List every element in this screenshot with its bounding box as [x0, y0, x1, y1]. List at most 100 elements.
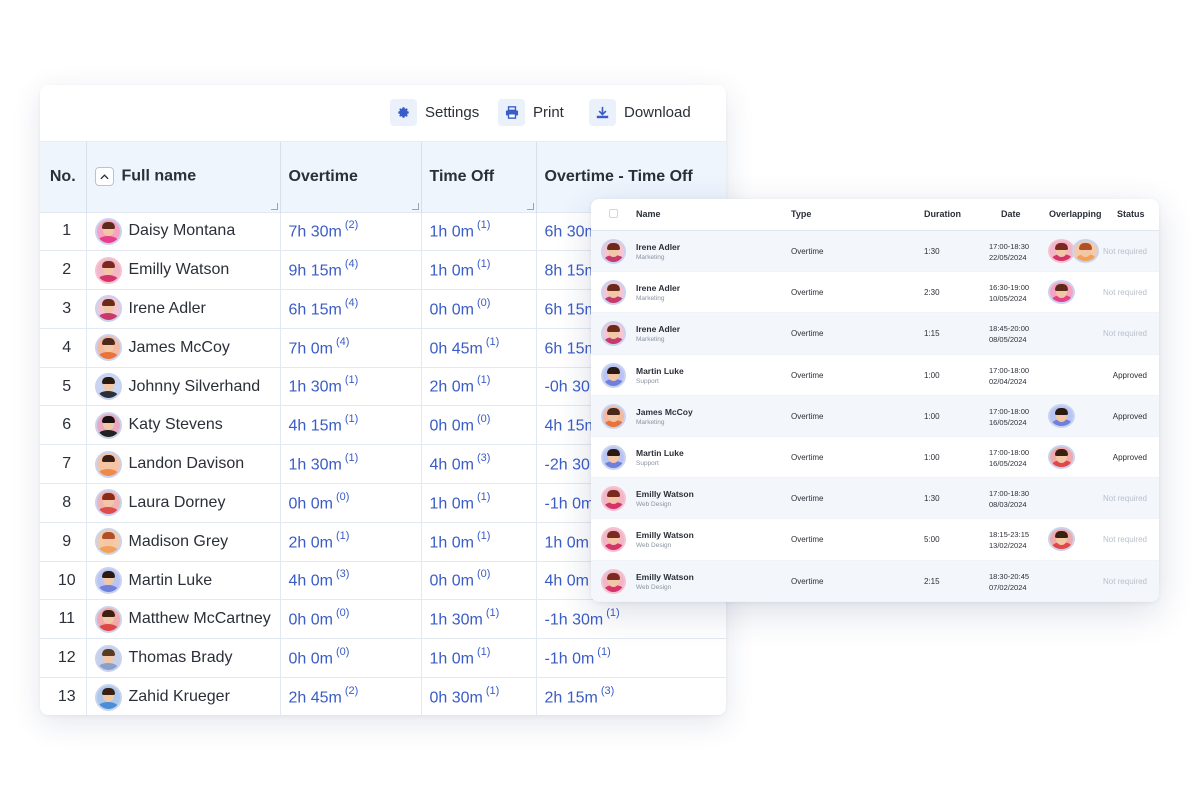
col-header-no[interactable]: No. — [40, 142, 87, 212]
col-header-overlapping[interactable]: Overlapping — [1049, 209, 1102, 219]
time-off-cell[interactable]: 0h 0m (0) — [421, 405, 537, 445]
time-off-cell-value: 1h 0m — [429, 262, 474, 280]
request-department: Marketing — [636, 295, 665, 303]
settings-button[interactable]: Settings — [390, 98, 479, 126]
time-off-cell[interactable]: 4h 0m (3) — [421, 444, 537, 484]
difference-cell[interactable]: -1h 0m(1) — [536, 638, 726, 678]
avatar — [601, 527, 626, 553]
col-header-time-off[interactable]: Time Off — [421, 142, 537, 212]
request-row[interactable]: Irene Adler Marketing Overtime 1:15 18:45-20… — [591, 313, 1159, 355]
overtime-cell[interactable]: 1h 30m (1) — [280, 366, 422, 406]
employee-name-cell[interactable]: James McCoy — [86, 327, 281, 368]
difference-cell[interactable]: 2h 15m (3) — [536, 677, 726, 715]
time-off-cell[interactable]: 0h 45m (1) — [421, 327, 537, 368]
avatar — [94, 528, 122, 556]
overlapping-avatars[interactable] — [1048, 280, 1075, 305]
overtime-cell[interactable]: 4h 15m (1) — [280, 405, 422, 445]
overlapping-avatars[interactable] — [1048, 527, 1075, 552]
employee-name-cell[interactable]: Daisy Montana — [86, 211, 281, 251]
request-row[interactable]: Emilly Watson Web Design Overtime 2:15 18:30… — [591, 560, 1159, 602]
col-header-name[interactable]: Name — [636, 209, 661, 219]
overtime-cell[interactable]: 0h 0m (0) — [280, 483, 422, 523]
overlapping-avatars[interactable] — [1048, 444, 1075, 469]
overtime-cell[interactable]: 0h 0m (0) — [280, 638, 422, 678]
time-off-cell[interactable]: 2h 0m (1) — [421, 366, 537, 406]
col-header-overtime[interactable]: Overtime — [280, 142, 422, 212]
overtime-cell[interactable]: 7h 30m (2) — [280, 211, 422, 251]
table-row[interactable]: 11 Matthew McCartney 0h 0m (0) 1h 30m (1) -1h … — [40, 599, 726, 639]
employee-name: Landon Davison — [128, 455, 245, 473]
overlapping-avatars[interactable] — [1048, 239, 1099, 263]
time-off-cell[interactable]: 1h 0m (1) — [421, 483, 537, 523]
overtime-cell[interactable]: 9h 15m (4) — [280, 250, 422, 290]
request-row[interactable]: Irene Adler Marketing Overtime 2:30 16:30-19… — [591, 272, 1159, 314]
time-off-cell-count: (1) — [476, 646, 491, 658]
avatar — [94, 644, 122, 672]
col-header-duration[interactable]: Duration — [924, 209, 961, 219]
time-off-cell[interactable]: 1h 0m (1) — [421, 211, 537, 251]
employee-name-cell[interactable]: Matthew McCartney — [86, 599, 281, 639]
resize-handle[interactable] — [526, 202, 534, 210]
overtime-cell[interactable]: 2h 0m (1) — [280, 521, 422, 562]
request-row[interactable]: Emilly Watson Web Design Overtime 5:00 18:15… — [591, 519, 1159, 561]
resize-handle[interactable] — [411, 202, 419, 210]
employee-name-cell[interactable]: Irene Adler — [86, 289, 281, 329]
difference-cell-value: -1h 30m — [544, 611, 604, 629]
avatar — [1072, 239, 1099, 263]
request-row[interactable]: Martin Luke Support Overtime 1:00 17:00-18:0… — [591, 437, 1159, 479]
request-row[interactable]: Emilly Watson Web Design Overtime 1:30 17:00… — [591, 478, 1159, 520]
time-off-cell[interactable]: 1h 0m (1) — [421, 250, 537, 290]
overtime-cell-value: 0h 0m — [288, 650, 333, 668]
difference-cell-value: 1h 0m — [544, 533, 589, 551]
print-button[interactable]: Print — [498, 98, 564, 126]
time-off-cell[interactable]: 0h 30m (1) — [421, 677, 537, 715]
request-employee-name: Emilly Watson — [636, 489, 694, 500]
time-off-cell-count: (1) — [476, 490, 491, 503]
employee-name-cell[interactable]: Johnny Silverhand — [86, 366, 281, 406]
request-row[interactable]: James McCoy Marketing Overtime 1:00 17:00-18… — [591, 395, 1159, 437]
overtime-cell[interactable]: 7h 0m (4) — [280, 327, 422, 368]
employee-name-cell[interactable]: Thomas Brady — [86, 638, 281, 678]
request-date: 17:00-18:00 02/04/2024 — [989, 365, 1029, 387]
request-date: 18:30-20:45 07/02/2024 — [989, 571, 1029, 593]
employee-name-cell[interactable]: Madison Grey — [86, 521, 281, 562]
col-header-type[interactable]: Type — [791, 209, 811, 219]
overtime-cell-count: (0) — [335, 607, 350, 620]
employee-name-cell[interactable]: Laura Dorney — [86, 483, 281, 523]
time-off-cell[interactable]: 0h 0m (0) — [421, 560, 537, 600]
request-row[interactable]: Martin Luke Support Overtime 1:00 17:00-18:0… — [591, 355, 1159, 396]
request-duration: 2:30 — [924, 288, 940, 298]
overtime-cell[interactable]: 6h 15m (4) — [280, 289, 422, 329]
employee-name-cell[interactable]: Zahid Krueger — [86, 677, 281, 715]
overtime-cell[interactable]: 0h 0m (0) — [280, 599, 422, 639]
employee-name-cell[interactable]: Emilly Watson — [86, 250, 281, 290]
time-off-cell-value: 4h 0m — [429, 456, 474, 474]
table-row[interactable]: 12 Thomas Brady 0h 0m (0) 1h 0m (1) -1h 0m (1) — [40, 638, 726, 678]
col-header-status[interactable]: Status — [1117, 209, 1145, 219]
employee-name-cell[interactable]: Martin Luke — [86, 560, 281, 600]
col-header-full-name[interactable]: Full name — [86, 142, 281, 212]
time-off-cell[interactable]: 0h 0m (0) — [421, 289, 537, 329]
col-header-time-off-label: Time Off — [429, 167, 495, 185]
employee-name-cell[interactable]: Landon Davison — [86, 444, 281, 484]
overtime-cell[interactable]: 1h 30m (1) — [280, 444, 422, 484]
overlapping-avatars[interactable] — [1048, 403, 1075, 428]
request-row[interactable]: Irene Adler Marketing Overtime 1:30 17:00-18… — [591, 231, 1159, 273]
resize-handle[interactable] — [270, 202, 278, 210]
download-button[interactable]: Download — [589, 98, 691, 126]
col-header-date[interactable]: Date — [1001, 209, 1021, 219]
overtime-cell-count: (0) — [335, 646, 350, 658]
time-off-cell[interactable]: 1h 0m (1) — [421, 638, 537, 678]
time-off-cell[interactable]: 1h 0m (1) — [421, 521, 537, 562]
overtime-cell[interactable]: 2h 45m (2) — [280, 677, 422, 715]
employee-name: Emilly Watson — [128, 261, 230, 279]
table-row[interactable]: 13 Zahid Krueger 2h 45m (2) 0h 30m (1) 2h 15m(… — [40, 677, 726, 715]
overtime-cell[interactable]: 4h 0m (3) — [280, 560, 422, 600]
gear-icon — [390, 98, 417, 126]
overtime-cell-value: 7h 30m — [288, 223, 342, 241]
employee-name-cell[interactable]: Katy Stevens — [86, 405, 281, 445]
select-all-checkbox[interactable] — [609, 209, 618, 218]
difference-cell[interactable]: -1h 30m (1) — [536, 599, 726, 639]
time-off-cell[interactable]: 1h 30m (1) — [421, 599, 537, 639]
sort-ascending-button[interactable] — [94, 167, 114, 187]
